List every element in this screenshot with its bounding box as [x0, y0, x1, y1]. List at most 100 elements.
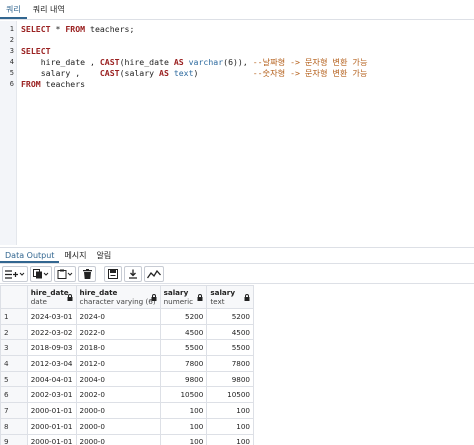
table-cell[interactable]: 2000-0 — [75, 417, 161, 435]
tab-query-history[interactable]: 쿼리 내역 — [27, 0, 71, 19]
row-number[interactable]: 9 — [0, 433, 28, 445]
table-cell[interactable]: 5200 — [206, 308, 254, 325]
code-token: SELECT — [21, 46, 51, 56]
row-number-header — [0, 285, 28, 309]
tab-data-output[interactable]: Data Output — [0, 248, 60, 263]
table-row[interactable]: 4 2012-03-04 2012-0 7800 7800 — [0, 355, 254, 372]
table-cell[interactable]: 2012-0 — [75, 355, 161, 372]
table-row[interactable]: 3 2018-09-03 2018-0 5500 5500 — [0, 339, 254, 357]
table-cell[interactable]: 2018-0 — [75, 339, 161, 357]
row-number[interactable]: 2 — [0, 323, 28, 341]
chevron-down-icon — [67, 272, 73, 276]
table-row[interactable]: 6 2002-03-01 2002-0 10500 10500 — [0, 386, 254, 404]
grid-body: 1 2024-03-01 2024-0 5200 5200 2 2022-03-02 2022… — [0, 308, 254, 445]
add-row-button[interactable] — [2, 266, 28, 282]
code-token: varchar — [188, 57, 224, 67]
table-cell[interactable]: 100 — [159, 402, 208, 419]
table-cell[interactable]: 2000-01-01 — [26, 433, 77, 445]
column-header[interactable]: salary numeric — [159, 285, 208, 309]
column-name: hire_date — [79, 288, 118, 297]
add-row-icon — [5, 269, 18, 279]
column-header[interactable]: hire_date character varying (6) — [75, 285, 161, 309]
code-token: * — [50, 24, 66, 34]
table-cell[interactable]: 5500 — [159, 339, 208, 357]
table-cell[interactable]: 100 — [206, 433, 254, 445]
code-line[interactable]: SELECT — [21, 46, 51, 57]
tab-query[interactable]: 쿼리 — [0, 0, 27, 19]
row-number[interactable]: 4 — [0, 355, 28, 372]
query-tab-bar: 쿼리 쿼리 내역 — [0, 0, 474, 20]
code-token: text — [173, 68, 194, 78]
table-cell[interactable]: 9800 — [206, 370, 254, 388]
table-row[interactable]: 5 2004-04-01 2004-0 9800 9800 — [0, 370, 254, 388]
table-row[interactable]: 2 2022-03-02 2022-0 4500 4500 — [0, 323, 254, 341]
table-cell[interactable]: 2004-04-01 — [26, 370, 77, 388]
row-number[interactable]: 5 — [0, 370, 28, 388]
table-cell[interactable]: 2022-03-02 — [26, 323, 77, 341]
grid-header-row: hire_date date hire_date character varyi… — [0, 285, 254, 309]
copy-button[interactable] — [30, 266, 52, 282]
table-row[interactable]: 9 2000-01-01 2000-0 100 100 — [0, 433, 254, 445]
table-cell[interactable]: 2000-01-01 — [26, 417, 77, 435]
table-cell[interactable]: 10500 — [206, 386, 254, 404]
row-number[interactable]: 3 — [0, 339, 28, 357]
delete-icon — [82, 269, 92, 279]
table-cell[interactable]: 100 — [206, 402, 254, 419]
table-cell[interactable]: 2000-01-01 — [26, 402, 77, 419]
row-number[interactable]: 8 — [0, 417, 28, 435]
table-row[interactable]: 1 2024-03-01 2024-0 5200 5200 — [0, 308, 254, 325]
table-cell[interactable]: 2012-03-04 — [26, 355, 77, 372]
row-number[interactable]: 1 — [0, 308, 28, 325]
code-line[interactable]: FROM teachers — [21, 79, 85, 90]
code-token: teachers — [40, 79, 86, 89]
code-token: (salary — [119, 68, 160, 78]
code-token: AS — [173, 57, 184, 67]
graph-icon — [147, 269, 161, 278]
table-cell[interactable]: 4500 — [159, 323, 208, 341]
chevron-down-icon — [19, 272, 25, 276]
table-cell[interactable]: 100 — [206, 417, 254, 435]
table-cell[interactable]: 100 — [159, 433, 208, 445]
table-cell[interactable]: 2018-09-03 — [26, 339, 77, 357]
table-row[interactable]: 7 2000-01-01 2000-0 100 100 — [0, 402, 254, 419]
table-cell[interactable]: 4500 — [206, 323, 254, 341]
line-number: 2 — [9, 36, 14, 44]
data-toolbar — [0, 265, 474, 284]
table-cell[interactable]: 2004-0 — [75, 370, 161, 388]
table-cell[interactable]: 7800 — [206, 355, 254, 372]
table-cell[interactable]: 2000-0 — [75, 402, 161, 419]
download-button[interactable] — [124, 266, 142, 282]
graph-visualiser-button[interactable] — [144, 266, 164, 282]
code-line[interactable]: salary , CAST(salary AS text) --숫자형 -> 문… — [21, 68, 368, 79]
column-header[interactable]: salary text — [206, 285, 254, 309]
tab-notifications[interactable]: 알림 — [92, 248, 117, 263]
code-token: CAST — [99, 68, 120, 78]
table-cell[interactable]: 10500 — [159, 386, 208, 404]
table-cell[interactable]: 2002-0 — [75, 386, 161, 404]
column-type: character varying (6) — [79, 297, 156, 306]
table-cell[interactable]: 5200 — [159, 308, 208, 325]
table-cell[interactable]: 100 — [159, 417, 208, 435]
table-cell[interactable]: 2024-03-01 — [26, 308, 77, 325]
paste-button[interactable] — [54, 266, 76, 282]
table-cell[interactable]: 2000-0 — [75, 433, 161, 445]
line-number: 3 — [9, 47, 14, 55]
table-cell[interactable]: 2024-0 — [75, 308, 161, 325]
code-line[interactable]: hire_date , CAST(hire_date AS varchar(6)… — [21, 57, 368, 68]
lock-icon — [197, 294, 203, 301]
sql-editor[interactable]: 1 2 3 4 5 6 SELECT * FROM teachers; SELE… — [0, 21, 474, 245]
table-cell[interactable]: 2002-03-01 — [26, 386, 77, 404]
table-cell[interactable]: 9800 — [159, 370, 208, 388]
table-row[interactable]: 8 2000-01-01 2000-0 100 100 — [0, 417, 254, 435]
column-header[interactable]: hire_date date — [26, 285, 77, 309]
delete-button[interactable] — [78, 266, 96, 282]
table-cell[interactable]: 2022-0 — [75, 323, 161, 341]
tab-messages[interactable]: 메시지 — [59, 248, 91, 263]
save-data-button[interactable] — [104, 266, 122, 282]
table-cell[interactable]: 5500 — [206, 339, 254, 357]
row-number[interactable]: 7 — [0, 402, 28, 419]
row-number[interactable]: 6 — [0, 386, 28, 404]
table-cell[interactable]: 7800 — [159, 355, 208, 372]
code-line[interactable]: SELECT * FROM teachers; — [21, 24, 134, 35]
lock-icon — [67, 294, 73, 301]
